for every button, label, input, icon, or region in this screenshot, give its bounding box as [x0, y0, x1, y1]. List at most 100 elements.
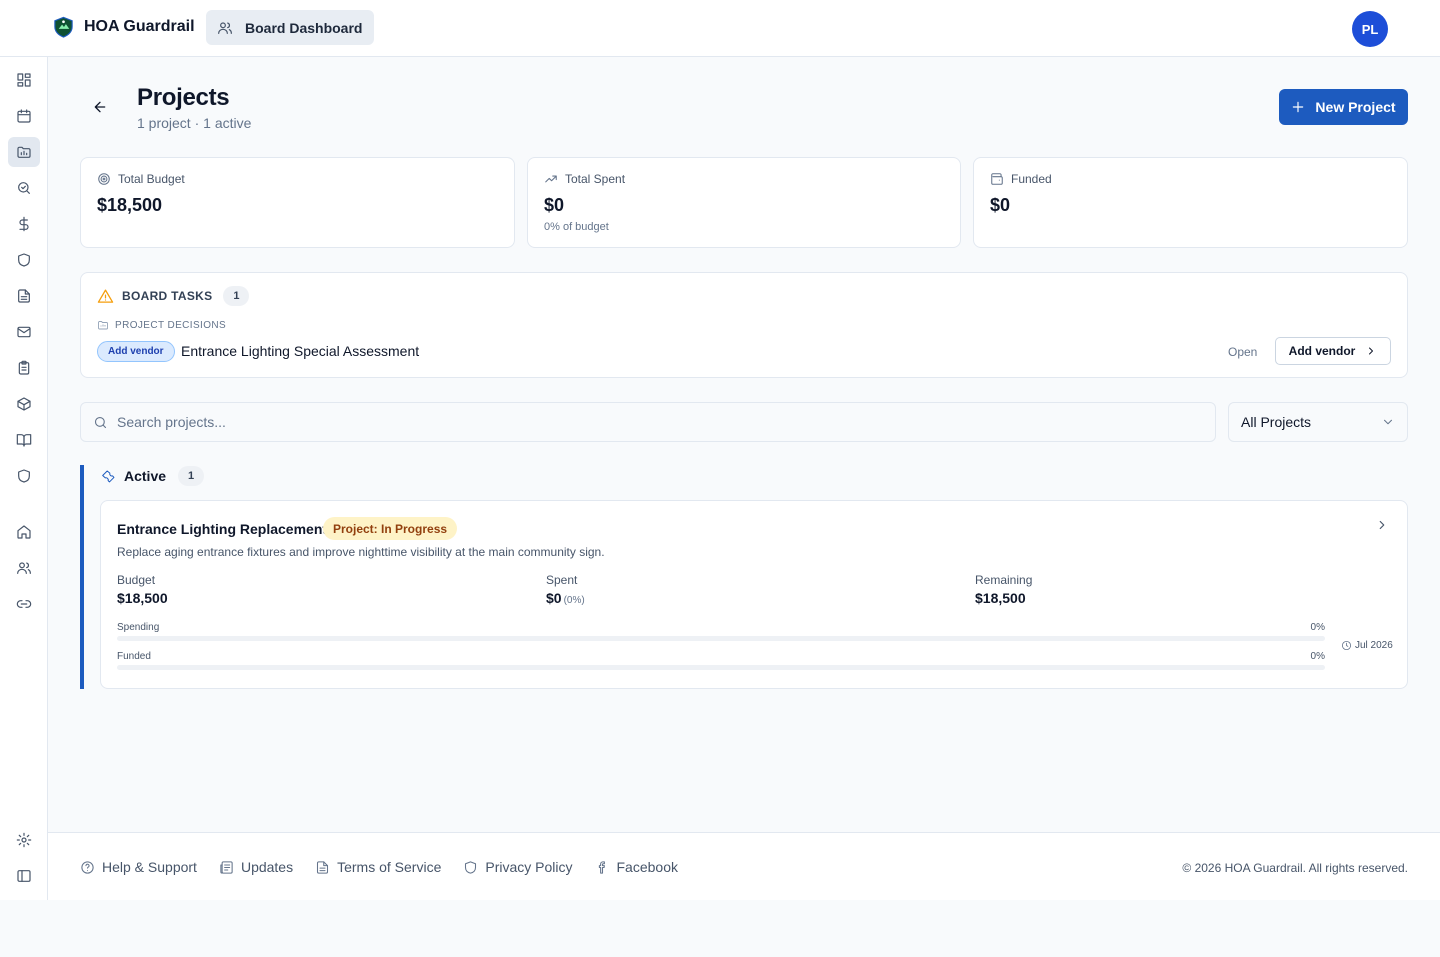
task-name[interactable]: Entrance Lighting Special Assessment: [181, 343, 419, 359]
progress-label: Spending: [117, 622, 160, 633]
newspaper-icon: [220, 860, 233, 874]
sidebar-item-projects[interactable]: [8, 137, 40, 167]
task-status: Open: [1228, 345, 1258, 359]
new-project-button[interactable]: New Project: [1279, 89, 1408, 125]
sidebar-item-tasks[interactable]: [8, 353, 40, 383]
sidebar-toggle[interactable]: [8, 861, 40, 891]
facebook-icon: [598, 860, 605, 874]
stat-value: $18,500: [97, 195, 163, 215]
sidebar-item-finance[interactable]: [8, 209, 40, 239]
chevron-down-icon: [1383, 419, 1393, 425]
stat-label: Total Spent: [565, 172, 626, 186]
footer: Help & Support Updates Terms of Service …: [48, 832, 1440, 900]
metric-label: Spent: [546, 573, 578, 587]
chevron-right-icon: [1369, 347, 1374, 355]
project-card[interactable]: Entrance Lighting Replacement Project: I…: [100, 500, 1408, 689]
trending-up-icon: [545, 175, 557, 183]
project-filter-select[interactable]: All Projects: [1228, 402, 1408, 442]
sidebar-item-security[interactable]: [8, 461, 40, 491]
wrench-icon: [102, 469, 115, 482]
metric-remaining: Remaining $18,500: [975, 573, 1032, 606]
sidebar-item-dashboard[interactable]: [8, 65, 40, 95]
brand-name: HOA Guardrail: [84, 18, 195, 35]
footer-link-updates[interactable]: Updates: [219, 859, 293, 875]
sidebar-item-assets[interactable]: [8, 389, 40, 419]
search-check-icon: [18, 182, 30, 194]
board-tasks-title: BOARD TASKS: [122, 289, 213, 303]
stat-value: $0: [990, 195, 1011, 215]
search-input[interactable]: [117, 403, 1207, 441]
dollar-icon: [19, 216, 29, 232]
stat-label: Total Budget: [118, 172, 185, 186]
settings-icon: [16, 832, 32, 848]
folder-chart-icon: [17, 146, 31, 158]
stat-label: Funded: [1011, 172, 1052, 186]
metric-percent: (0%): [563, 595, 585, 606]
sidebar-item-documents[interactable]: [8, 281, 40, 311]
add-vendor-button[interactable]: Add vendor: [1275, 337, 1391, 365]
metric-value: $0: [546, 590, 562, 606]
brand[interactable]: HOA Guardrail: [52, 15, 195, 39]
progress-percent: 0%: [1310, 651, 1325, 662]
folder-icon: [98, 321, 108, 330]
sidebar-item-rules[interactable]: [8, 425, 40, 455]
back-button[interactable]: [88, 95, 112, 119]
link-icon: [16, 600, 32, 608]
footer-link-privacy[interactable]: Privacy Policy: [463, 859, 573, 875]
project-decisions-label: PROJECT DECISIONS: [115, 319, 227, 331]
clipboard-icon: [18, 360, 30, 375]
sidebar-item-compliance[interactable]: [8, 245, 40, 275]
top-bar: HOA Guardrail Board Dashboard PL: [0, 0, 1440, 57]
chevron-right-icon: [1379, 520, 1385, 530]
sidebar-item-links[interactable]: [8, 589, 40, 619]
project-open-button[interactable]: [1375, 518, 1391, 534]
due-date: Jul 2026: [1341, 640, 1393, 651]
document-icon: [18, 289, 30, 303]
board-tasks-count: 1: [223, 286, 250, 306]
user-avatar[interactable]: PL: [1352, 11, 1388, 47]
progress-label: Funded: [117, 651, 151, 662]
stat-note: 0% of budget: [544, 221, 609, 233]
shield-icon: [465, 860, 477, 874]
group-header: Active 1: [101, 466, 205, 486]
board-dashboard-nav[interactable]: Board Dashboard: [206, 10, 375, 45]
target-icon: [98, 173, 110, 185]
footer-link-label: Updates: [240, 859, 294, 875]
plus-icon: [1293, 101, 1304, 113]
stat-card-funded: Funded $0: [973, 157, 1408, 248]
metric-budget: Budget $18,500: [117, 573, 168, 606]
footer-link-terms[interactable]: Terms of Service: [315, 859, 441, 875]
sidebar-item-home[interactable]: [8, 517, 40, 547]
calendar-icon: [17, 109, 31, 123]
stat-card-total-spent: Total Spent $0 0% of budget: [527, 157, 961, 248]
book-icon: [16, 434, 32, 447]
copyright: © 2026 HOA Guardrail. All rights reserve…: [1182, 861, 1408, 875]
footer-link-help[interactable]: Help & Support: [80, 859, 197, 875]
sidebar-item-calendar[interactable]: [8, 101, 40, 131]
sidebar-item-settings[interactable]: [8, 825, 40, 855]
footer-link-label: Facebook: [616, 859, 678, 875]
page-title: Projects: [137, 84, 230, 111]
footer-link-label: Help & Support: [102, 859, 197, 875]
group-accent-bar: [80, 465, 84, 689]
sidebar-item-inspections[interactable]: [8, 173, 40, 203]
package-icon: [17, 397, 31, 411]
users-icon: [218, 21, 232, 34]
users-icon: [17, 562, 31, 574]
add-vendor-label: Add vendor: [1288, 344, 1356, 358]
metric-value: $18,500: [975, 590, 1026, 606]
search-box: [80, 402, 1216, 442]
shield-icon: [18, 253, 30, 267]
page-subtitle: 1 project · 1 active: [137, 115, 252, 131]
sidebar-item-members[interactable]: [8, 553, 40, 583]
board-tasks-card: BOARD TASKS 1 PROJECT DECISIONS Add vend…: [80, 272, 1408, 378]
wallet-icon: [991, 173, 1003, 185]
footer-link-facebook[interactable]: Facebook: [595, 859, 678, 875]
sidebar-item-mail[interactable]: [8, 317, 40, 347]
nav-label: Board Dashboard: [245, 19, 363, 36]
metric-label: Budget: [117, 573, 156, 587]
group-count: 1: [178, 466, 205, 486]
metric-label: Remaining: [975, 573, 1033, 587]
brand-logo-icon: [54, 16, 73, 38]
progress-track: [117, 636, 1325, 641]
